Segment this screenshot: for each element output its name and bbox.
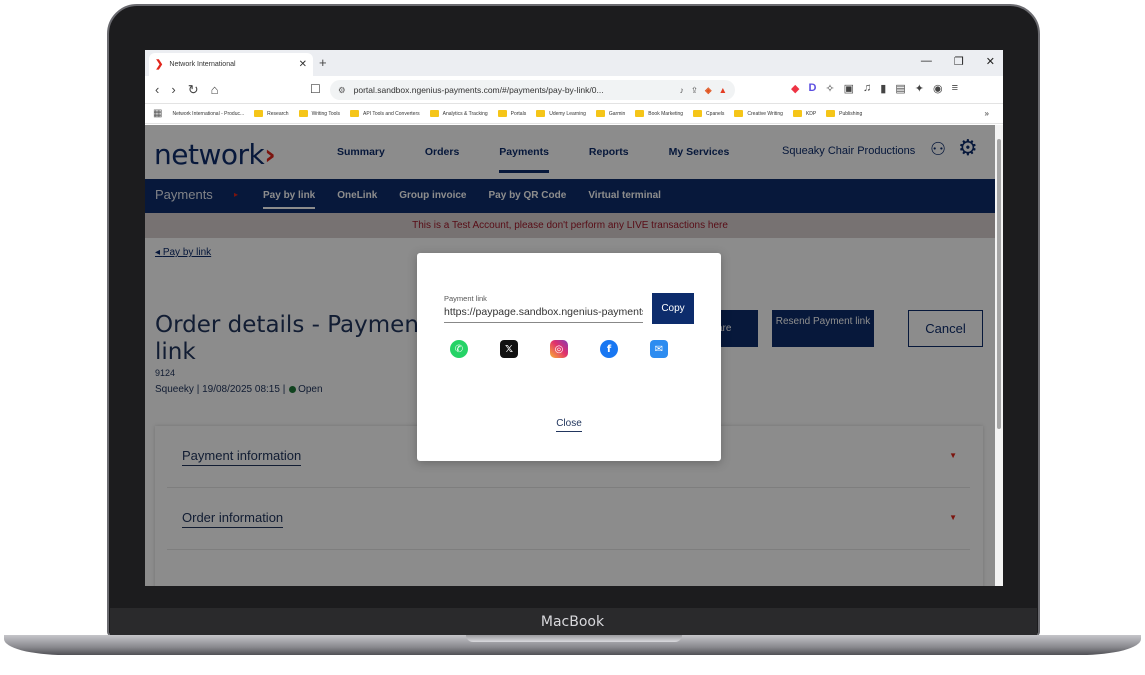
browser-tabbar: ❯ Network International ✕ + — ❐ ✕ xyxy=(145,50,1003,76)
bookmark-label: Garmin xyxy=(608,110,626,117)
page-scrollbar[interactable] xyxy=(995,125,1003,586)
apps-icon[interactable]: ▦ xyxy=(153,108,162,119)
media-icon[interactable]: ♫ xyxy=(863,82,871,95)
bookmark-label: Udemy Learning xyxy=(549,110,586,117)
close-link: Close xyxy=(417,418,721,432)
bookmarks-bar: ▦ Network International - Produc... Rese… xyxy=(145,104,1003,124)
leo-icon[interactable]: ✦ xyxy=(915,82,924,95)
bookmark-label: KDP xyxy=(805,110,817,117)
bookmark-page-icon[interactable]: ☐ xyxy=(310,82,321,96)
vpn-icon[interactable]: ◉ xyxy=(933,82,943,95)
bookmark-folder[interactable]: Writing Tools xyxy=(298,110,340,117)
bookmark-folder[interactable]: Portals xyxy=(497,110,527,117)
share-icon[interactable]: ⇪ xyxy=(691,85,698,96)
folder-icon xyxy=(536,110,546,117)
folder-icon xyxy=(792,110,802,117)
share-link-modal: Payment link https://paypage.sandbox.nge… xyxy=(417,253,721,461)
bookmark-label: Cpanels xyxy=(706,110,725,117)
extensions-area: ◆ D ✧ ▣ ♫ ▮ ▤ ✦ ◉ ≡ xyxy=(791,82,958,95)
url-bar[interactable]: ⚙ portal.sandbox.ngenius-payments.com/#/… xyxy=(330,80,735,100)
bookmark-folder[interactable]: Research xyxy=(254,110,289,117)
facebook-icon[interactable]: f xyxy=(600,340,618,358)
email-icon[interactable]: ✉ xyxy=(650,340,668,358)
folder-icon xyxy=(254,110,264,117)
menu-icon[interactable]: ≡ xyxy=(952,82,958,95)
brave-rewards-icon[interactable]: ▲ xyxy=(719,85,727,95)
wallet-icon[interactable]: ▤ xyxy=(895,82,905,95)
close-window-icon[interactable]: ✕ xyxy=(986,55,995,68)
bookmark-label: Writing Tools xyxy=(311,110,340,117)
address-toolbar: ‹ › ↻ ⌂ ☐ ⚙ portal.sandbox.ngenius-payme… xyxy=(145,76,1003,104)
extension-screenshot-icon[interactable]: ▣ xyxy=(844,82,854,95)
bookmark-folder[interactable]: Publishing xyxy=(826,110,862,117)
bookmark-label: API Tools and Converters xyxy=(363,110,420,117)
minimize-icon[interactable]: — xyxy=(921,55,932,68)
bookmark-label: Analytics & Tracking xyxy=(442,110,488,117)
bookmark-item[interactable]: Network International - Produc... xyxy=(172,111,244,117)
site-settings-icon[interactable]: ⚙ xyxy=(338,85,346,96)
bookmark-label: Portals xyxy=(510,110,527,117)
web-page: network› Summary Orders Payments Reports… xyxy=(145,125,995,586)
folder-icon xyxy=(350,110,359,117)
nav-buttons: ‹ › ↻ ⌂ xyxy=(155,82,218,98)
copy-button[interactable]: Copy xyxy=(652,293,694,324)
folder-icon xyxy=(429,110,439,117)
folder-icon xyxy=(693,110,703,117)
payment-link-label: Payment link xyxy=(444,294,487,303)
read-aloud-icon[interactable]: ♪ xyxy=(680,85,684,95)
bookmark-folder[interactable]: API Tools and Converters xyxy=(350,110,420,117)
bookmark-label: Research xyxy=(267,110,289,117)
bookmark-folder[interactable]: Cpanels xyxy=(693,110,724,117)
new-tab-icon[interactable]: + xyxy=(319,55,327,70)
bookmark-label: Publishing xyxy=(839,110,863,117)
close-button[interactable]: Close xyxy=(556,418,582,432)
bookmark-label: Book Marketing xyxy=(648,110,684,117)
x-icon[interactable]: 𝕏 xyxy=(500,340,518,358)
screen: ❯ Network International ✕ + — ❐ ✕ ‹ › ↻ … xyxy=(145,50,1003,586)
sidebar-icon[interactable]: ▮ xyxy=(880,82,886,95)
folder-icon xyxy=(826,110,836,117)
folder-icon xyxy=(635,110,645,117)
forward-icon[interactable]: › xyxy=(171,82,175,98)
bookmark-label: Creative Writing xyxy=(747,110,783,117)
bookmark-label: Network International - Produc... xyxy=(172,110,245,117)
scrollbar-thumb[interactable] xyxy=(997,139,1001,429)
device-brand-label: MacBook xyxy=(540,614,605,630)
folder-icon xyxy=(497,110,507,117)
bookmark-folder[interactable]: Garmin xyxy=(595,110,626,117)
extension-colorful-icon[interactable]: ◆ xyxy=(791,82,799,95)
tab-title: Network International xyxy=(169,61,236,68)
window-controls: — ❐ ✕ xyxy=(921,55,995,68)
folder-icon xyxy=(734,110,744,117)
bookmark-folder[interactable]: Analytics & Tracking xyxy=(429,110,488,117)
payment-link-field[interactable]: https://paypage.sandbox.ngenius-payments… xyxy=(444,304,643,323)
folder-icon xyxy=(595,110,605,117)
folder-icon xyxy=(298,110,308,117)
network-favicon-icon: ❯ xyxy=(155,59,164,70)
home-icon[interactable]: ⌂ xyxy=(211,82,219,98)
more-bookmarks-icon[interactable]: » xyxy=(985,109,989,118)
brave-shield-icon[interactable]: ◈ xyxy=(705,85,712,96)
bookmark-folder[interactable]: Book Marketing xyxy=(635,110,683,117)
share-icons: ✆ 𝕏 ◎ f ✉ xyxy=(450,340,668,358)
extension-d-icon[interactable]: D xyxy=(808,82,816,95)
extensions-puzzle-icon[interactable]: ✧ xyxy=(825,82,834,95)
laptop-notch xyxy=(466,635,682,642)
bookmark-folder[interactable]: Udemy Learning xyxy=(536,110,586,117)
restore-icon[interactable]: ❐ xyxy=(954,55,964,68)
browser-tab[interactable]: ❯ Network International ✕ xyxy=(149,53,313,76)
back-icon[interactable]: ‹ xyxy=(155,82,159,98)
bookmark-folder[interactable]: Creative Writing xyxy=(734,110,783,117)
whatsapp-icon[interactable]: ✆ xyxy=(450,340,468,358)
bookmark-folder[interactable]: KDP xyxy=(792,110,817,117)
url-text: portal.sandbox.ngenius-payments.com/#/pa… xyxy=(353,85,604,95)
instagram-icon[interactable]: ◎ xyxy=(550,340,568,358)
reload-icon[interactable]: ↻ xyxy=(188,82,199,98)
close-tab-icon[interactable]: ✕ xyxy=(299,59,307,70)
